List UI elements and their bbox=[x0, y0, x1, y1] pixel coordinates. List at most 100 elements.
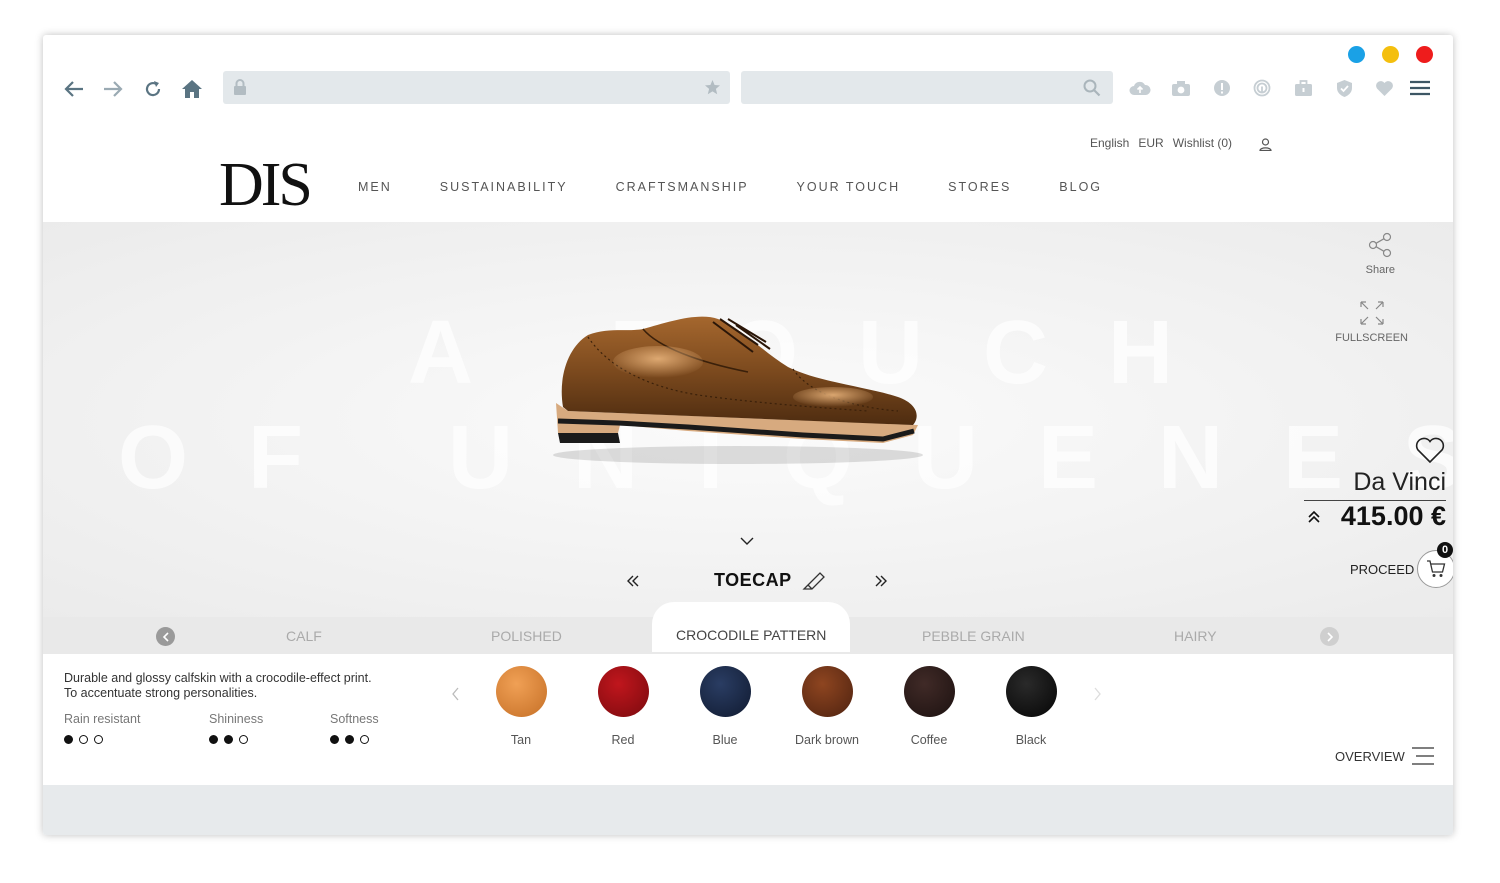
swatch-color bbox=[903, 666, 955, 717]
part-name: TOECAP bbox=[714, 570, 792, 590]
wishlist-link[interactable]: Wishlist (0) bbox=[1173, 136, 1232, 151]
leather-description: Durable and glossy calfskin with a croco… bbox=[64, 671, 372, 701]
swatch-blue[interactable]: Blue bbox=[690, 666, 760, 747]
forward-icon[interactable] bbox=[99, 75, 127, 103]
tab-hairy[interactable]: HAIRY bbox=[1174, 628, 1217, 644]
rating-label: Shininess bbox=[209, 712, 264, 726]
rating-dot-filled bbox=[209, 735, 218, 744]
rating-dots bbox=[330, 735, 379, 744]
rating-dots bbox=[64, 735, 140, 744]
swatches-prev-icon[interactable] bbox=[451, 687, 460, 701]
rating-label: Softness bbox=[330, 712, 379, 726]
rating-dot-filled bbox=[224, 735, 233, 744]
rating-shininess: Shininess bbox=[209, 712, 263, 744]
wishlist-heart-icon[interactable] bbox=[1415, 437, 1445, 464]
swatch-label: Red bbox=[611, 733, 635, 747]
brush-icon bbox=[802, 571, 825, 590]
tab-calf[interactable]: CALF bbox=[286, 628, 322, 644]
swatch-label: Tan bbox=[510, 733, 532, 747]
rating-dot-filled bbox=[345, 735, 354, 744]
tab-pebble-grain[interactable]: PEBBLE GRAIN bbox=[922, 628, 1025, 644]
alert-icon[interactable] bbox=[1211, 77, 1233, 99]
swatch-dark-brown[interactable]: Dark brown bbox=[792, 666, 862, 747]
product-name: Da Vinci bbox=[1353, 468, 1446, 496]
proceed-button[interactable]: PROCEED bbox=[1350, 562, 1414, 577]
swatch-label: Coffee bbox=[910, 733, 948, 747]
swatch-black[interactable]: Black bbox=[996, 666, 1066, 747]
nav-item-your-touch[interactable]: YOUR TOUCH bbox=[797, 180, 901, 194]
next-part-icon[interactable] bbox=[874, 575, 888, 587]
bookmark-star-icon[interactable] bbox=[704, 79, 721, 96]
nav-item-craftsmanship[interactable]: CRAFTSMANSHIP bbox=[616, 180, 749, 194]
part-selector: TOECAP bbox=[626, 570, 888, 591]
chevron-down-icon[interactable] bbox=[740, 537, 754, 546]
cloud-icon[interactable] bbox=[1129, 77, 1151, 99]
share-label: Share bbox=[1365, 264, 1395, 276]
home-icon[interactable] bbox=[178, 75, 206, 103]
swatch-color bbox=[699, 666, 751, 717]
maximize-dot[interactable] bbox=[1382, 46, 1399, 63]
swatch-label: Black bbox=[1015, 733, 1047, 747]
page-content: English EUR Wishlist (0) DIS MEN SUSTAIN… bbox=[43, 125, 1453, 835]
briefcase-icon[interactable] bbox=[1292, 77, 1314, 99]
main-navigation: MEN SUSTAINABILITY CRAFTSMANSHIP YOUR TO… bbox=[358, 180, 1102, 194]
overview-label: OVERVIEW bbox=[1335, 748, 1405, 764]
rating-rain-resistant: Rain resistant bbox=[64, 712, 140, 744]
fullscreen-icon bbox=[1360, 301, 1384, 325]
shield-icon[interactable] bbox=[1333, 77, 1355, 99]
rating-dot-filled bbox=[64, 735, 73, 744]
fullscreen-button[interactable]: FULLSCREEN bbox=[1335, 300, 1408, 344]
swatch-color bbox=[801, 666, 853, 717]
tabs-prev-icon[interactable] bbox=[156, 627, 175, 646]
back-icon[interactable] bbox=[60, 75, 88, 103]
swatch-tan[interactable]: Tan bbox=[486, 666, 556, 747]
rating-softness: Softness bbox=[330, 712, 379, 744]
nav-item-sustainability[interactable]: SUSTAINABILITY bbox=[440, 180, 568, 194]
rating-dot-empty bbox=[94, 735, 103, 744]
shoe-image bbox=[553, 316, 923, 464]
heart-icon[interactable] bbox=[1373, 77, 1395, 99]
tab-polished[interactable]: POLISHED bbox=[491, 628, 562, 644]
browser-toolbar bbox=[43, 65, 1453, 125]
rating-label: Rain resistant bbox=[64, 712, 141, 726]
browser-window: English EUR Wishlist (0) DIS MEN SUSTAIN… bbox=[43, 35, 1453, 835]
currency-selector[interactable]: EUR bbox=[1138, 136, 1163, 151]
camera-icon[interactable] bbox=[1170, 77, 1192, 99]
rating-dot-empty bbox=[239, 735, 248, 744]
utility-bar: English EUR Wishlist (0) bbox=[1090, 136, 1272, 151]
overview-button[interactable]: OVERVIEW bbox=[1335, 746, 1435, 766]
description-line-2: To accentuate strong personalities. bbox=[64, 686, 258, 700]
price-details-icon[interactable] bbox=[1307, 510, 1321, 524]
rating-dot-empty bbox=[360, 735, 369, 744]
description-line-1: Durable and glossy calfskin with a croco… bbox=[64, 671, 372, 685]
user-icon[interactable] bbox=[1259, 138, 1272, 151]
swatches-next-icon[interactable] bbox=[1093, 687, 1102, 701]
window-controls bbox=[1348, 46, 1433, 63]
menu-icon[interactable] bbox=[1409, 77, 1431, 99]
rating-dot-empty bbox=[79, 735, 88, 744]
lock-icon bbox=[234, 79, 246, 95]
product-stage: A TOUCH OF UNIQUENESS bbox=[43, 222, 1453, 617]
nav-item-blog[interactable]: BLOG bbox=[1059, 180, 1102, 194]
fingerprint-icon[interactable] bbox=[1251, 77, 1273, 99]
close-dot[interactable] bbox=[1416, 46, 1433, 63]
tabs-next-icon[interactable] bbox=[1320, 627, 1339, 646]
brand-logo[interactable]: DIS bbox=[219, 154, 313, 216]
previous-part-icon[interactable] bbox=[626, 575, 640, 587]
reload-icon[interactable] bbox=[139, 75, 167, 103]
swatch-coffee[interactable]: Coffee bbox=[894, 666, 964, 747]
leather-tabs: CALF POLISHED CROCODILE PATTERN PEBBLE G… bbox=[43, 602, 1453, 654]
minimize-dot[interactable] bbox=[1348, 46, 1365, 63]
language-selector[interactable]: English bbox=[1090, 136, 1129, 151]
nav-item-men[interactable]: MEN bbox=[358, 180, 392, 194]
search-input[interactable] bbox=[741, 71, 1113, 104]
rating-dots bbox=[209, 735, 263, 744]
search-icon[interactable] bbox=[1083, 79, 1101, 97]
swatch-color bbox=[1005, 666, 1057, 717]
footer-band bbox=[43, 785, 1453, 835]
nav-item-stores[interactable]: STORES bbox=[948, 180, 1011, 194]
swatch-red[interactable]: Red bbox=[588, 666, 658, 747]
tab-crocodile-pattern[interactable]: CROCODILE PATTERN bbox=[652, 602, 851, 652]
address-bar[interactable] bbox=[223, 71, 730, 104]
share-button[interactable]: Share bbox=[1366, 232, 1395, 276]
